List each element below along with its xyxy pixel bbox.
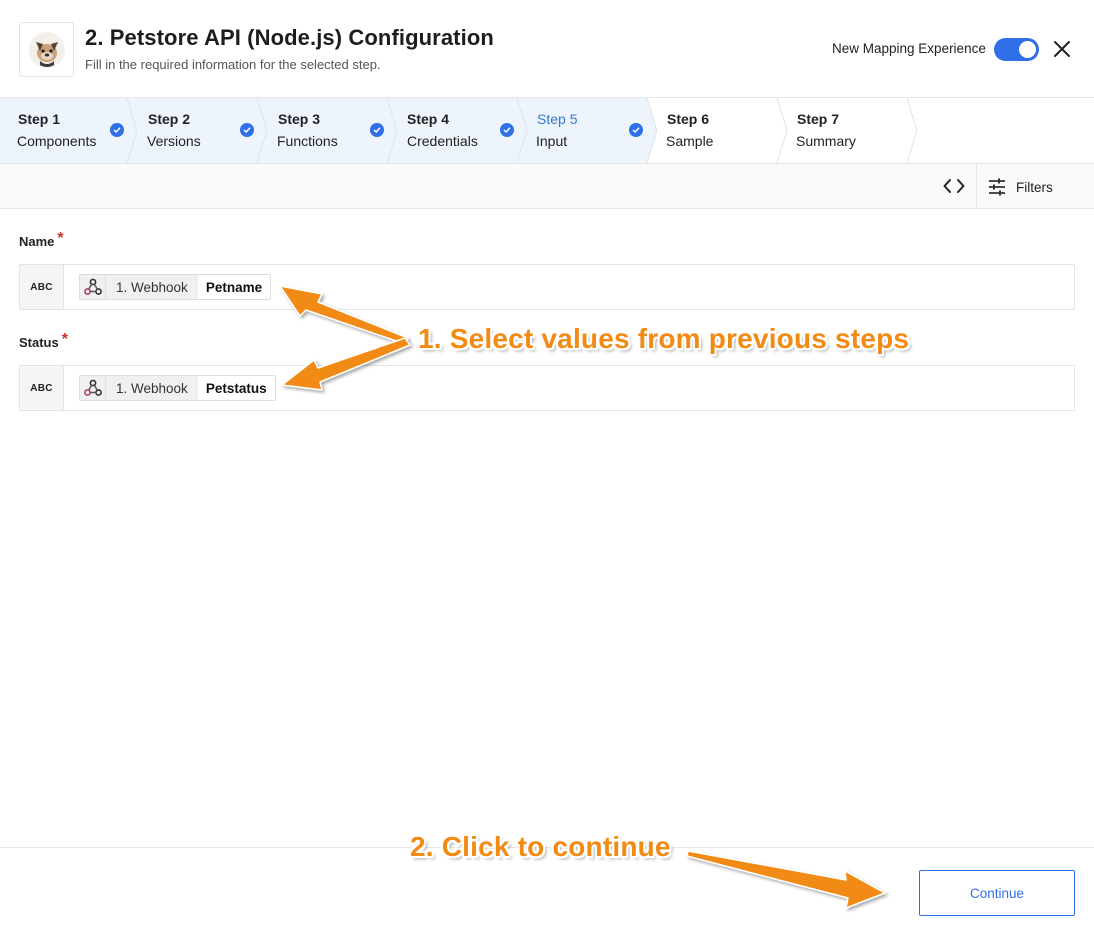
step-1[interactable]: Step 1 Components [0, 98, 127, 163]
filters-label: Filters [1016, 179, 1053, 195]
sliders-icon [989, 178, 1005, 196]
check-icon [370, 123, 384, 137]
mapped-key-label: Petname [197, 275, 271, 299]
step-name: Versions [147, 133, 201, 149]
modal-header: 2. Petstore API (Node.js) Configuration … [0, 0, 1094, 98]
toggle-knob [1019, 41, 1036, 58]
step-name: Input [536, 133, 568, 149]
dog-avatar-icon [28, 31, 65, 68]
step-6[interactable]: Step 6 Sample [650, 98, 777, 163]
required-marker: * [61, 331, 68, 348]
check-icon [240, 123, 254, 137]
step-name: Summary [796, 133, 856, 149]
step-4[interactable]: Step 4 Credentials [390, 98, 517, 163]
check-icon [500, 123, 514, 137]
wizard-steps: Step 1 Components Step 2 Versions Step 3… [0, 98, 1094, 164]
source-step-label: 1. Webhook [106, 376, 198, 400]
page-subtitle: Fill in the required information for the… [85, 57, 381, 72]
continue-button[interactable]: Continue [919, 870, 1075, 916]
field-label-text: Name [19, 234, 55, 249]
check-icon [629, 123, 643, 137]
step-number: Step 2 [148, 111, 191, 127]
mapping-toggle-label: New Mapping Experience [832, 41, 986, 56]
toolbar-divider [976, 164, 977, 208]
filters-button[interactable]: Filters [988, 176, 1053, 198]
step-5[interactable]: Step 5 Input [520, 98, 647, 163]
mapped-key-label: Petstatus [197, 376, 275, 400]
new-mapping-toggle[interactable] [994, 38, 1039, 61]
step-number: Step 3 [278, 111, 321, 127]
step-number: Step 1 [18, 111, 61, 127]
webhook-icon [80, 275, 106, 299]
page-title: 2. Petstore API (Node.js) Configuration [85, 25, 494, 50]
step-name: Components [17, 133, 97, 149]
step-name: Functions [277, 133, 338, 149]
code-view-button[interactable] [940, 175, 968, 197]
step-number: Step 5 [537, 111, 578, 127]
close-button[interactable] [1050, 37, 1074, 61]
check-icon [110, 123, 124, 137]
app-logo [19, 22, 74, 77]
field-type-badge: ABC [20, 366, 64, 410]
field-label-text: Status [19, 335, 59, 350]
required-marker: * [57, 230, 64, 247]
mapped-value-pill[interactable]: 1. Webhook Petname [79, 274, 272, 300]
code-brackets-icon [943, 179, 965, 193]
status-field[interactable]: ABC 1. Webhook Petstatus [19, 365, 1075, 411]
annotation-select-values: 1. Select values from previous steps [418, 323, 910, 354]
step-name: Sample [666, 133, 714, 149]
status-field-label: Status * [19, 331, 68, 352]
annotation-click-continue: 2. Click to continue [410, 831, 671, 862]
step-number: Step 7 [797, 111, 840, 127]
name-field[interactable]: ABC 1. Webhook Petname [19, 264, 1075, 310]
step-number: Step 4 [407, 111, 450, 127]
step-7[interactable]: Step 7 Summary [780, 98, 907, 163]
source-step-label: 1. Webhook [106, 275, 198, 299]
step-number: Step 6 [667, 111, 710, 127]
close-icon [1054, 41, 1070, 57]
step-2[interactable]: Step 2 Versions [130, 98, 257, 163]
name-field-label: Name * [19, 230, 64, 251]
toolbar: Filters [0, 164, 1094, 209]
webhook-icon [80, 376, 106, 400]
step-3[interactable]: Step 3 Functions [260, 98, 387, 163]
step-name: Credentials [407, 133, 478, 149]
field-type-badge: ABC [20, 265, 64, 309]
mapped-value-pill[interactable]: 1. Webhook Petstatus [79, 375, 276, 401]
